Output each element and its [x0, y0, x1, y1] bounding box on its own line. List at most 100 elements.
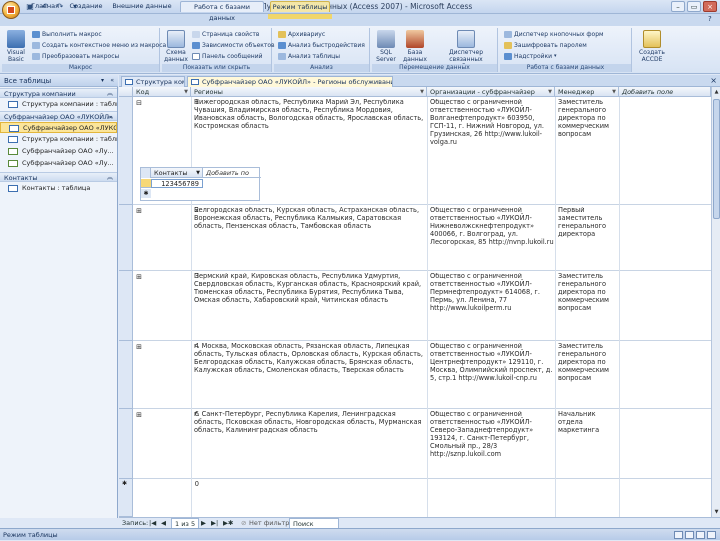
chevron-down-icon[interactable]: ▼ [420, 87, 424, 96]
convert-macros-button[interactable]: Преобразовать макросы [32, 52, 119, 61]
cell-organization[interactable]: Общество с ограниченной ответственностью… [430, 411, 554, 475]
chevron-down-icon[interactable]: ▼ [196, 168, 200, 178]
tab-database-tools[interactable]: Работа с базами данных [180, 1, 264, 22]
doctab-subfranchiser[interactable]: Субфранчайзер ОАО «ЛУКОЙЛ» - Регионы обс… [187, 76, 393, 87]
filter-status[interactable]: Нет фильтра [249, 518, 293, 528]
scroll-up-icon[interactable]: ▲ [712, 87, 720, 97]
cell-code[interactable]: 3 [159, 273, 199, 281]
column-header-organization[interactable]: Организации - субфранчайзер ▼ [427, 87, 555, 97]
create-context-menu-button[interactable]: Создать контекстное меню из макроса [32, 41, 166, 50]
analyze-performance-button[interactable]: Анализ быстродействия [278, 41, 365, 50]
tab-datasheet[interactable]: Режим таблицы [270, 1, 330, 12]
cell-code[interactable]: 2 [159, 207, 199, 215]
subdatasheet-column-header[interactable]: Контакты ▼ [151, 168, 203, 178]
chevron-down-icon[interactable]: ▼ [548, 87, 552, 96]
cell-manager[interactable]: Начальник отдела маркетинга [558, 411, 620, 451]
row-selector[interactable] [119, 205, 133, 271]
row-selector[interactable] [119, 97, 133, 205]
cell-manager[interactable]: Заместитель генерального директора по ко… [558, 99, 620, 161]
column-header-add-field[interactable]: Добавить поле [619, 87, 711, 97]
help-icon[interactable]: ? [708, 15, 712, 23]
nav-pane-header[interactable]: Все таблицы ▾ « [0, 75, 118, 87]
close-document-icon[interactable]: × [710, 76, 717, 85]
chevron-down-icon[interactable]: ▾ [101, 75, 104, 87]
datasheet-view-icon[interactable] [674, 531, 683, 539]
maximize-icon[interactable]: ▭ [687, 1, 701, 12]
tab-create[interactable]: Создание [66, 1, 106, 12]
cell-manager[interactable]: Первый заместитель генерального директор… [558, 207, 620, 269]
new-record-nav-icon[interactable]: ▶✱ [223, 518, 233, 528]
new-row-selector[interactable]: ✱ [119, 479, 133, 517]
subdatasheet-add-field[interactable]: Добавить по [203, 168, 261, 178]
cell-organization[interactable]: Общество с ограниченной ответственностью… [430, 343, 554, 405]
analyze-table-button[interactable]: Анализ таблицы [278, 52, 340, 61]
cell-code[interactable]: 0 [159, 481, 199, 489]
make-accde-button[interactable]: Создать ACCDE [638, 30, 666, 63]
subdatasheet-new-row[interactable]: ✱ [141, 189, 151, 198]
doctab-structure[interactable]: Структура компании [121, 76, 185, 87]
row-selector[interactable] [119, 341, 133, 409]
new-table-row[interactable]: 0 [133, 479, 711, 517]
relationships-button[interactable]: Схема данных [164, 30, 188, 63]
cell-organization[interactable]: Общество с ограниченной ответственностью… [430, 207, 554, 269]
pivot-table-view-icon[interactable] [685, 531, 694, 539]
vertical-scrollbar[interactable]: ▲ ▼ [711, 87, 720, 517]
nav-item-structure-table[interactable]: Структура компании : таблица [0, 99, 117, 110]
table-row[interactable]: 4 г. Москва, Московская область, Рязанск… [133, 341, 711, 409]
nav-section-structure[interactable]: Структура компании ︽ [0, 88, 117, 98]
close-icon[interactable]: × [703, 1, 717, 12]
chevron-down-icon[interactable]: ▼ [612, 87, 616, 96]
cell-regions[interactable]: Нижегородская область, Республика Марий … [194, 99, 424, 161]
nav-item-contacts-table[interactable]: Контакты : таблица [0, 183, 117, 194]
visual-basic-button[interactable]: Visual Basic [4, 30, 28, 63]
tab-home[interactable]: Главная [28, 1, 62, 12]
nav-section-contacts[interactable]: Контакты ︽ [0, 172, 117, 182]
subdatasheet-cell[interactable]: 123456789 [151, 179, 203, 188]
subdatasheet-row-selector[interactable] [141, 179, 151, 188]
property-sheet-button[interactable]: Страница свойств [192, 30, 259, 39]
minimize-icon[interactable]: – [671, 1, 685, 12]
previous-record-icon[interactable]: ◀ [161, 518, 166, 528]
subdatasheet-corner[interactable] [141, 168, 151, 178]
chevron-down-icon[interactable]: ▼ [184, 87, 188, 96]
table-row[interactable]: 3 Пермский край, Кировская область, Респ… [133, 271, 711, 341]
cell-regions[interactable]: Пермский край, Кировская область, Респуб… [194, 273, 424, 337]
row-selector[interactable] [119, 409, 133, 479]
office-button[interactable] [2, 1, 20, 19]
encrypt-password-button[interactable]: Зашифровать паролем [504, 41, 587, 50]
last-record-icon[interactable]: ▶| [211, 518, 218, 528]
pivot-chart-view-icon[interactable] [696, 531, 705, 539]
row-selector[interactable] [119, 271, 133, 341]
first-record-icon[interactable]: |◀ [149, 518, 156, 528]
cell-code[interactable]: 1 [159, 99, 199, 107]
nav-item-subfranchiser-form[interactable]: Субфранчайзер ОАО «Лу... [0, 158, 117, 169]
message-bar-checkbox[interactable]: Панель сообщений [192, 52, 263, 61]
nav-section-subfranchiser[interactable]: Субфранчайзер ОАО «ЛУКОЙЛ» ︽ [0, 111, 117, 121]
select-all-corner[interactable] [119, 87, 133, 97]
cell-organization[interactable]: Общество с ограниченной ответственностью… [430, 273, 554, 337]
nav-item-subfranchiser-table[interactable]: Субфранчайзер ОАО «ЛУКОЙЛ»: таблица [0, 122, 117, 133]
scroll-down-icon[interactable]: ▼ [712, 507, 720, 517]
shutter-bar-icon[interactable]: « [110, 75, 114, 87]
scroll-thumb[interactable] [713, 99, 720, 219]
object-dependencies-button[interactable]: Зависимости объектов [192, 41, 275, 50]
run-macro-button[interactable]: Выполнить макрос [32, 30, 102, 39]
cell-organization[interactable]: Общество с ограниченной ответственностью… [430, 99, 554, 161]
nav-item-subfranchiser-query[interactable]: Субфранчайзер ОАО «Лу... [0, 146, 117, 157]
table-row[interactable]: 2 Белгородская область, Курская область,… [133, 205, 711, 271]
switchboard-manager-button[interactable]: Диспетчер кнопочных форм [504, 30, 604, 39]
column-header-regions[interactable]: Регионы ▼ [191, 87, 427, 97]
documenter-button[interactable]: Архивариус [278, 30, 325, 39]
sql-server-button[interactable]: SQL Server [374, 30, 398, 63]
design-view-icon[interactable] [707, 531, 716, 539]
tab-external-data[interactable]: Внешние данные [110, 1, 174, 12]
cell-regions[interactable]: г. Москва, Московская область, Рязанская… [194, 343, 424, 405]
table-row[interactable]: 6 г. Санкт-Петербург, Республика Карелия… [133, 409, 711, 479]
cell-manager[interactable]: Заместитель генерального директора по ко… [558, 273, 620, 337]
cell-code[interactable]: 4 [159, 343, 199, 351]
add-ins-button[interactable]: Надстройки ▾ [504, 52, 557, 61]
cell-regions[interactable]: г. Санкт-Петербург, Республика Карелия, … [194, 411, 424, 451]
cell-manager[interactable]: Заместитель генерального директора по ко… [558, 343, 620, 405]
cell-regions[interactable]: Белгородская область, Курская область, А… [194, 207, 424, 267]
next-record-icon[interactable]: ▶ [201, 518, 206, 528]
